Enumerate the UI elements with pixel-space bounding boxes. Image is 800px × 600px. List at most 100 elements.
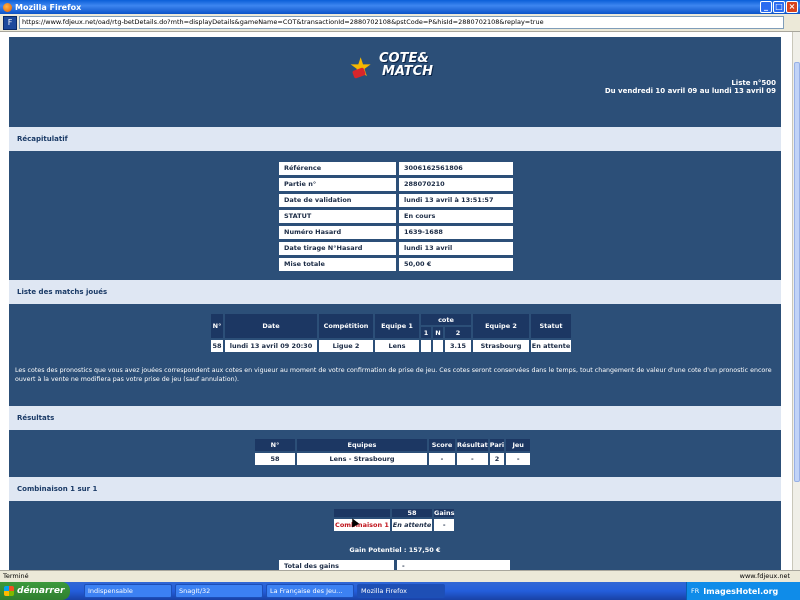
col-team1: Equipe 1 — [375, 314, 419, 338]
recap-key: Partie n° — [279, 178, 396, 191]
tray-language[interactable]: FR — [691, 587, 699, 595]
cell-result: - — [457, 453, 488, 465]
recap-row: Référence 3006162561806 — [279, 162, 513, 175]
minimize-button[interactable]: _ — [760, 1, 772, 13]
bet-details-page: ★ COTE& MATCH Liste n°500 Du vendredi 10… — [9, 37, 781, 570]
cell-status: En attente — [531, 340, 571, 352]
taskbar: démarrer Indispensable SnagIt/32 La Fran… — [0, 582, 800, 600]
col-jeu: Jeu — [506, 439, 531, 451]
col-cote-1: 1 — [421, 327, 431, 338]
col-pari: Pari — [489, 439, 505, 451]
matches-table: N° Date Compétition Equipe 1 cote Equipe… — [209, 312, 573, 354]
recap-row: Date de validation lundi 13 avril à 13:51… — [279, 194, 513, 207]
status-bar: Terminé www.fdjeux.net — [0, 570, 800, 582]
start-button[interactable]: démarrer — [0, 582, 70, 600]
recap-value: 288070210 — [399, 178, 513, 191]
cote-match-logo: ★ COTE& MATCH — [349, 47, 449, 81]
cell-combo-label: Combinaison 1 — [334, 519, 390, 531]
recap-key: Référence — [279, 162, 396, 175]
window-title: Mozilla Firefox — [15, 2, 82, 12]
section-recap: Récapitulatif — [9, 127, 781, 151]
section-matches: Liste des matchs joués — [9, 280, 781, 304]
window-title-bar: Mozilla Firefox _ □ × — [0, 0, 800, 14]
recap-row: Mise totale 50,00 € — [279, 258, 513, 271]
total-gains-value: - — [397, 560, 510, 570]
cell-team2: Strasbourg — [473, 340, 529, 352]
cell-jeu: - — [506, 453, 531, 465]
recap-value: 1639-1688 — [399, 226, 513, 239]
url-input[interactable]: https://www.fdjeux.net/oad/rtg-betDetail… — [19, 16, 784, 29]
odds-note: Les cotes des pronostics que vous avez j… — [15, 367, 772, 383]
table-row: 58 lundi 13 avril 09 20:30 Ligue 2 Lens … — [211, 340, 571, 352]
start-label: démarrer — [17, 586, 65, 596]
col-result: Résultat — [457, 439, 488, 451]
recap-value: En cours — [399, 210, 513, 223]
recap-value: lundi 13 avril — [399, 242, 513, 255]
cell-date: lundi 13 avril 09 20:30 — [225, 340, 317, 352]
cell-competition: Ligue 2 — [319, 340, 373, 352]
task-firefox[interactable]: Mozilla Firefox — [357, 584, 445, 598]
cell-combo-state: En attente — [392, 519, 432, 531]
list-dates: Du vendredi 10 avril 09 au lundi 13 avri… — [604, 87, 776, 95]
col-cote-2: 2 — [445, 327, 471, 338]
recap-value: lundi 13 avril à 13:51:57 — [399, 194, 513, 207]
close-button[interactable]: × — [786, 1, 798, 13]
cell-pari: 2 — [489, 453, 505, 465]
page-viewport: ★ COTE& MATCH Liste n°500 Du vendredi 10… — [0, 32, 792, 570]
table-row: 58 Lens - Strasbourg - - 2 - — [255, 453, 531, 465]
section-combo: Combinaison 1 sur 1 — [9, 477, 781, 501]
logo-line2: MATCH — [382, 64, 434, 79]
col-score: Score — [429, 439, 455, 451]
recap-table: Référence 3006162561806 Partie n° 28807021… — [279, 162, 513, 274]
recap-row: Partie n° 288070210 — [279, 178, 513, 191]
col-competition: Compétition — [319, 314, 373, 338]
cell-teams: Lens - Strasbourg — [297, 453, 427, 465]
window-controls: _ □ × — [760, 1, 798, 13]
recap-key: STATUT — [279, 210, 396, 223]
task-fdj[interactable]: La Française des Jeu... — [266, 584, 354, 598]
col-cote: cote — [421, 314, 471, 325]
cell-num: 58 — [211, 340, 223, 352]
recap-key: Mise totale — [279, 258, 396, 271]
list-info: Liste n°500 Du vendredi 10 avril 09 au l… — [605, 79, 776, 95]
col-status: Statut — [531, 314, 571, 338]
recap-value: 50,00 € — [399, 258, 513, 271]
recap-row: Numéro Hasard 1639-1688 — [279, 226, 513, 239]
total-gains-label: Total des gains — [279, 560, 394, 570]
scrollbar-thumb[interactable] — [794, 62, 800, 482]
recap-key: Date tirage N°Hasard — [279, 242, 396, 255]
windows-logo-icon — [4, 586, 14, 596]
recap-row: Date tirage N°Hasard lundi 13 avril — [279, 242, 513, 255]
col-num: N° — [211, 314, 223, 338]
cell-cote-2: 3.15 — [445, 340, 471, 352]
system-tray: FR ImagesHotel.org — [686, 582, 800, 600]
col-gains: Gains — [434, 509, 455, 517]
cell-num: 58 — [255, 453, 295, 465]
col-teams: Equipes — [297, 439, 427, 451]
site-favicon-icon: F — [3, 15, 17, 30]
list-number: Liste n°500 — [731, 79, 776, 87]
col-blank — [334, 509, 390, 517]
status-text: Terminé — [3, 572, 29, 580]
watermark: ImagesHotel.org — [703, 586, 779, 596]
vertical-scrollbar[interactable] — [792, 32, 800, 570]
results-table: N° Equipes Score Résultat Pari Jeu 58 Le… — [253, 437, 532, 467]
col-match-num: 58 — [392, 509, 432, 517]
address-bar: F https://www.fdjeux.net/oad/rtg-betDeta… — [0, 14, 800, 32]
col-team2: Equipe 2 — [473, 314, 529, 338]
total-gains: Total des gains - — [279, 560, 510, 570]
gain-potentiel: Gain Potentiel : 157,50 € — [349, 546, 441, 554]
maximize-button[interactable]: □ — [773, 1, 785, 13]
firefox-icon — [3, 2, 12, 12]
status-domain: www.fdjeux.net — [739, 572, 790, 580]
recap-key: Date de validation — [279, 194, 396, 207]
col-cote-n: N — [433, 327, 443, 338]
task-indispensable[interactable]: Indispensable — [84, 584, 172, 598]
cell-score: - — [429, 453, 455, 465]
recap-key: Numéro Hasard — [279, 226, 396, 239]
recap-row: STATUT En cours — [279, 210, 513, 223]
cell-team1: Lens — [375, 340, 419, 352]
cell-cote-1 — [421, 340, 431, 352]
task-snagit[interactable]: SnagIt/32 — [175, 584, 263, 598]
col-num: N° — [255, 439, 295, 451]
